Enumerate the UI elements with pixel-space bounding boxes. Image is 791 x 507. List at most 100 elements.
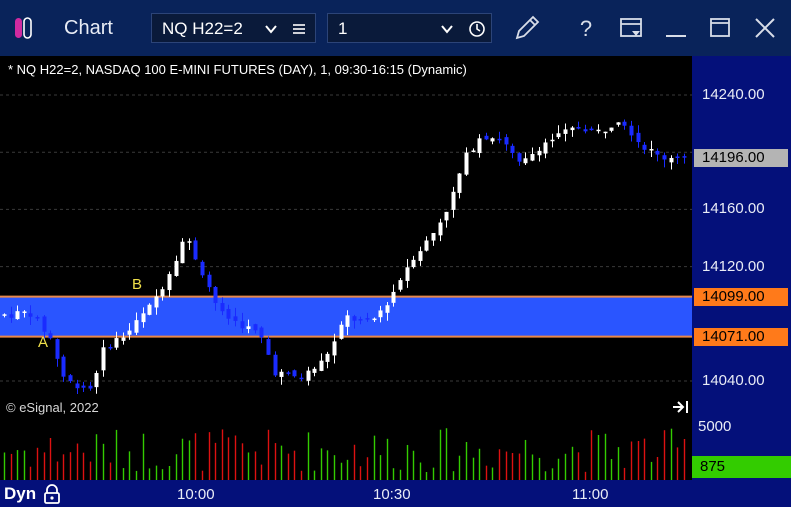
candle-body-10 xyxy=(68,375,73,382)
volume-panel[interactable] xyxy=(0,418,692,480)
candle-body-75 xyxy=(497,138,502,141)
candle-body-64 xyxy=(424,240,429,251)
chevron-down-icon[interactable] xyxy=(440,22,454,36)
candle-body-102 xyxy=(675,156,680,158)
price-axis[interactable] xyxy=(692,56,791,418)
maximize-icon xyxy=(710,18,730,37)
candle-body-14 xyxy=(94,373,99,388)
candle-body-94 xyxy=(622,121,627,126)
help-button[interactable]: ? xyxy=(570,12,602,44)
candle-body-93 xyxy=(616,122,621,125)
candle-body-40 xyxy=(266,339,271,355)
time-tick-1100: 11:00 xyxy=(572,486,609,503)
candle-body-30 xyxy=(200,261,205,276)
candle-body-35 xyxy=(233,316,238,321)
candle-body-82 xyxy=(543,142,548,154)
candle-body-68 xyxy=(451,191,456,210)
volume-tick-5000: 5000 xyxy=(698,418,732,435)
minimize-icon xyxy=(666,35,686,37)
candle-body-79 xyxy=(523,158,528,164)
candle-body-56 xyxy=(372,318,377,321)
candle-body-77 xyxy=(510,145,515,153)
close-icon xyxy=(755,18,775,38)
candle-body-5 xyxy=(35,317,40,319)
drawing-tools-button[interactable] xyxy=(511,12,543,44)
help-icon: ? xyxy=(580,16,592,41)
candle-body-96 xyxy=(636,132,641,143)
zone-top-label: 14099.00 xyxy=(694,287,788,306)
candle-body-67 xyxy=(444,211,449,221)
candle-body-20 xyxy=(134,320,139,333)
menu-icon[interactable] xyxy=(292,22,306,36)
candle-body-58 xyxy=(385,305,390,313)
price-tick-14160: 14160.00 xyxy=(702,200,765,218)
candle-body-73 xyxy=(484,135,489,140)
go-to-end-icon[interactable] xyxy=(672,400,690,414)
candle-body-89 xyxy=(589,128,594,131)
candle-body-2 xyxy=(15,311,20,320)
candle-body-100 xyxy=(662,155,667,160)
minimize-button[interactable] xyxy=(660,12,692,44)
candle-body-71 xyxy=(471,150,476,153)
close-button[interactable] xyxy=(749,12,781,44)
candle-body-95 xyxy=(629,125,634,136)
chevron-down-icon[interactable] xyxy=(264,22,278,36)
candle-body-70 xyxy=(464,152,469,175)
candle-body-59 xyxy=(391,291,396,303)
chart-area[interactable]: * NQ H22=2, NASDAQ 100 E-MINI FUTURES (D… xyxy=(0,56,791,507)
candle-body-42 xyxy=(279,371,284,377)
candle-body-47 xyxy=(312,368,317,373)
candle-body-17 xyxy=(114,338,119,348)
candle-body-69 xyxy=(457,173,462,193)
candle-body-25 xyxy=(167,274,172,291)
candle-body-38 xyxy=(253,324,258,331)
candle-body-62 xyxy=(411,259,416,268)
candle-body-87 xyxy=(576,127,581,129)
chart-header: * NQ H22=2, NASDAQ 100 E-MINI FUTURES (D… xyxy=(8,62,467,77)
last-price-label: 14196.00 xyxy=(694,148,788,167)
candle-body-8 xyxy=(55,339,60,359)
candle-body-57 xyxy=(378,310,383,318)
candle-body-36 xyxy=(240,321,245,329)
candle-body-27 xyxy=(180,241,185,264)
zone-label-a: A xyxy=(38,334,49,351)
interval-value[interactable]: 1 xyxy=(338,19,347,39)
candle-body-3 xyxy=(22,311,27,313)
symbol-selector[interactable]: NQ H22=2 xyxy=(151,13,316,43)
candle-body-55 xyxy=(365,318,370,320)
candle-body-88 xyxy=(583,129,588,132)
candle-body-23 xyxy=(154,296,159,308)
candle-body-45 xyxy=(299,377,304,380)
candle-body-22 xyxy=(147,304,152,315)
maximize-button[interactable] xyxy=(704,12,736,44)
interval-selector[interactable]: 1 xyxy=(327,13,492,43)
candle-body-29 xyxy=(193,240,198,260)
price-tick-14120: 14120.00 xyxy=(702,257,765,275)
symbol-value[interactable]: NQ H22=2 xyxy=(162,19,243,39)
candle-body-0 xyxy=(2,314,7,316)
candle-body-24 xyxy=(160,289,165,297)
candle-body-34 xyxy=(226,308,231,319)
candle-body-50 xyxy=(332,341,337,356)
zone-bottom-label: 14071.00 xyxy=(694,327,788,346)
candle-body-1 xyxy=(9,314,14,318)
clock-icon[interactable] xyxy=(468,20,486,38)
candle-body-53 xyxy=(352,316,357,321)
price-panel[interactable] xyxy=(0,56,692,416)
candle-body-33 xyxy=(220,303,225,312)
candle-body-37 xyxy=(246,326,251,329)
candle-body-81 xyxy=(537,150,542,156)
time-tick-1000: 10:00 xyxy=(177,486,215,503)
candle-body-90 xyxy=(596,129,601,132)
lock-icon[interactable] xyxy=(43,484,61,504)
time-axis[interactable]: Dyn 10:00 10:30 11:00 xyxy=(0,480,791,507)
candle-body-6 xyxy=(42,316,47,332)
dynamic-label[interactable]: Dyn xyxy=(4,484,36,504)
candle-body-32 xyxy=(213,286,218,304)
candle-body-83 xyxy=(550,139,555,142)
window-menu-button[interactable] xyxy=(615,12,647,44)
candle-body-66 xyxy=(438,222,443,236)
zone-label-b: B xyxy=(132,276,143,293)
candle-body-28 xyxy=(187,241,192,243)
candle-body-63 xyxy=(418,251,423,261)
